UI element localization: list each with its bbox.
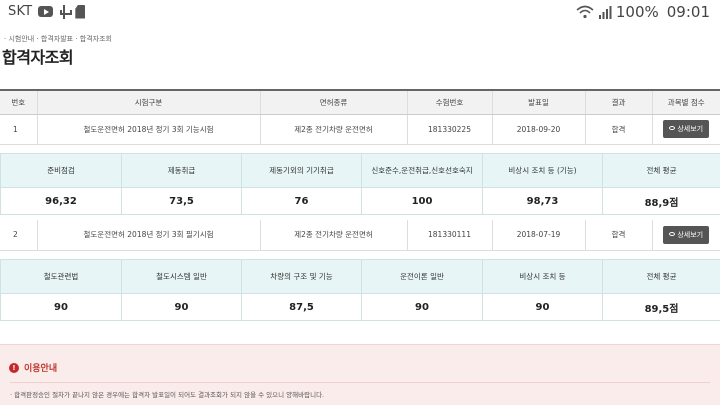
row-exam: 철도운전면허 2018년 정기 3회 기능시험	[37, 114, 261, 145]
detail-view-button[interactable]: 상세보기	[663, 225, 710, 244]
alert-icon: !	[9, 362, 19, 373]
eye-icon	[669, 126, 676, 130]
score-header: 신호준수,운전취급,신호선호숙지	[361, 153, 483, 188]
clock: 09:01	[666, 3, 710, 21]
sdcard-icon	[75, 4, 86, 19]
header-exam: 시험구분	[37, 89, 261, 115]
row-result: 합격	[585, 114, 653, 145]
score-header-row: 준비점검 제동취급 제동기외의 기기취급 신호준수,운전취급,신호선호숙지 비상…	[0, 153, 720, 188]
detail-view-label: 상세보기	[677, 125, 704, 133]
status-bar: SKT 100% 09:01	[0, 0, 720, 26]
notice-title-label: 이용안내	[24, 364, 58, 374]
score-header: 철도관련법	[0, 259, 122, 294]
row-action: 상세보기	[652, 220, 720, 251]
score-value: 98,73	[482, 187, 603, 215]
row-exam: 철도운전면허 2018년 정기 3회 필기시험	[37, 220, 261, 251]
score-value-row: 96,32 73,5 76 100 98,73 88,9점	[0, 187, 720, 215]
result-table: 번호 시험구분 면허종류 수험번호 발표일 결과 과목별 점수 1 철도운전면허…	[0, 89, 720, 145]
result-table-row-2: 2 철도운전면허 2018년 정기 3회 필기시험 제2종 전기차량 운전면허 …	[0, 220, 720, 251]
wifi-icon	[576, 5, 594, 19]
score-value: 87,5	[241, 293, 362, 321]
notice-divider	[10, 382, 710, 383]
row-no: 2	[0, 220, 38, 251]
score-header: 철도시스템 일반	[121, 259, 242, 294]
score-value: 96,32	[0, 187, 122, 215]
row-action: 상세보기	[652, 114, 720, 145]
header-date: 발표일	[492, 89, 586, 115]
notice-box: ! 이용안내 · 합격판정승인 절차가 끝나지 않은 경우에는 합격자 발표일이…	[0, 344, 720, 405]
notice-title: ! 이용안내	[9, 361, 57, 374]
eye-icon	[669, 231, 676, 236]
score-header: 운전이론 일반	[361, 259, 483, 294]
score-header: 준비점검	[0, 153, 122, 188]
header-license: 면허종류	[260, 89, 408, 115]
row-license: 제2종 전기차량 운전면허	[260, 114, 408, 145]
breadcrumb: · 시험안내 · 합격자발표 · 합격자조회	[4, 35, 112, 43]
battery-label: 100%	[615, 3, 659, 21]
notice-text: · 합격판정승인 절차가 끝나지 않은 경우에는 합격자 발표일이 되어도 결과…	[10, 391, 325, 399]
score-average: 88,9점	[602, 187, 720, 215]
score-average: 89,5점	[602, 293, 720, 321]
score-value-row: 90 90 87,5 90 90 89,5점	[0, 293, 720, 321]
header-result: 결과	[585, 89, 653, 115]
score-value: 90	[0, 293, 122, 321]
detail-view-label: 상세보기	[677, 230, 704, 239]
score-value: 100	[361, 187, 483, 215]
row-license: 제2종 전기차량 운전면허	[260, 220, 408, 251]
score-header: 차량의 구조 및 기능	[241, 259, 362, 294]
header-no: 번호	[0, 89, 38, 115]
row-exam-no: 181330111	[407, 220, 493, 251]
row-date: 2018-09-20	[492, 114, 586, 145]
score-value: 73,5	[121, 187, 242, 215]
score-header-row: 철도관련법 철도시스템 일반 차량의 구조 및 기능 운전이론 일반 비상시 조…	[0, 259, 720, 294]
score-table-1: 준비점검 제동취급 제동기외의 기기취급 신호준수,운전취급,신호선호숙지 비상…	[0, 153, 720, 215]
score-value: 90	[361, 293, 483, 321]
table-row: 1 철도운전면허 2018년 정기 3회 기능시험 제2종 전기차량 운전면허 …	[0, 114, 720, 145]
score-header: 비상시 조치 등 (기능)	[482, 153, 603, 188]
result-table-header: 번호 시험구분 면허종류 수험번호 발표일 결과 과목별 점수	[0, 89, 720, 115]
score-table-2: 철도관련법 철도시스템 일반 차량의 구조 및 기능 운전이론 일반 비상시 조…	[0, 259, 720, 321]
score-header: 제동취급	[121, 153, 242, 188]
score-header-average: 전체 평균	[602, 153, 720, 188]
score-value: 76	[241, 187, 362, 215]
youtube-icon	[38, 6, 54, 17]
header-scores: 과목별 점수	[652, 89, 720, 115]
row-no: 1	[0, 114, 38, 145]
page-title: 합격자조회	[2, 48, 74, 67]
carrier-label: SKT	[8, 4, 33, 19]
row-date: 2018-07-19	[492, 220, 586, 251]
signal-icon	[598, 5, 612, 19]
detail-view-button[interactable]: 상세보기	[663, 120, 710, 138]
score-value: 90	[482, 293, 603, 321]
score-header: 제동기외의 기기취급	[241, 153, 362, 188]
header-exam-no: 수험번호	[407, 89, 493, 115]
usb-icon	[59, 4, 73, 19]
score-value: 90	[121, 293, 242, 321]
row-exam-no: 181330225	[407, 114, 493, 145]
row-result: 합격	[585, 220, 653, 251]
score-header: 비상시 조치 등	[482, 259, 603, 294]
table-row: 2 철도운전면허 2018년 정기 3회 필기시험 제2종 전기차량 운전면허 …	[0, 220, 720, 251]
score-header-average: 전체 평균	[602, 259, 720, 294]
